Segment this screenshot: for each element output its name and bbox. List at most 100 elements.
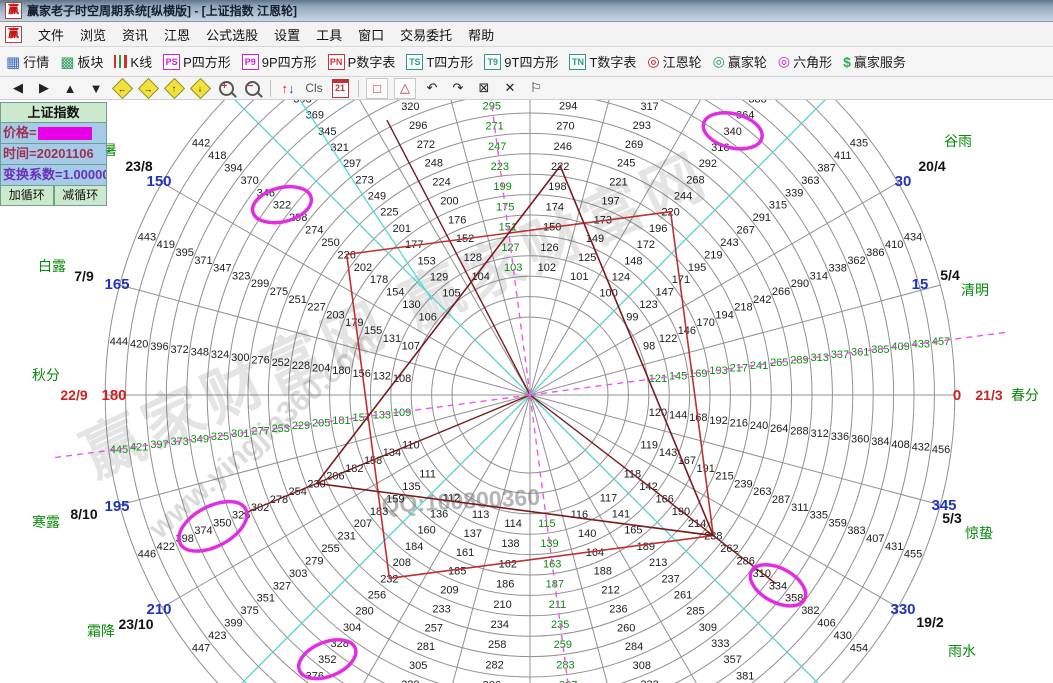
wheel-number: 242	[753, 294, 771, 306]
wheel-number: 329	[401, 679, 419, 683]
wheel-number: 386	[866, 247, 884, 259]
wheel-number: 153	[417, 255, 435, 267]
step-left-button[interactable]: ←	[112, 79, 132, 98]
wheel-number: 174	[546, 201, 564, 213]
wheel-number: 410	[885, 239, 903, 251]
wheel-number: 323	[232, 270, 250, 282]
toolbar-button-赢家轮[interactable]: ◎赢家轮	[713, 52, 767, 71]
wheel-number: 195	[688, 262, 706, 274]
menu-item-文件[interactable]: 文件	[30, 23, 72, 46]
wheel-number: 131	[383, 333, 401, 345]
toolbar-button-T四方形[interactable]: TST四方形	[406, 52, 473, 71]
wheel-number: 233	[432, 603, 450, 615]
title-bar[interactable]: 赢 赢家老子时空周期系统[纵横版] - [上证指数 江恩轮]	[0, 0, 1053, 22]
wheel-number: 184	[405, 541, 423, 553]
draw-triangle-button[interactable]: △	[394, 78, 416, 99]
gann-wheel-canvas[interactable]: 赢家财富网 赢家财富网www.yingjia360.comQQ:10080036…	[0, 100, 1053, 683]
wheel-number: 419	[157, 239, 175, 251]
wheel-number: 208	[393, 557, 411, 569]
wheel-number: 154	[386, 287, 404, 299]
toolbar-button-T数字表[interactable]: TNT数字表	[569, 52, 636, 71]
nav-up-button[interactable]: ▲	[60, 79, 80, 98]
wheel-number: 431	[885, 541, 903, 553]
wheel-number: 255	[321, 543, 339, 555]
toolbar-button-P四方形[interactable]: PSP四方形	[163, 52, 231, 71]
toolbar-button-K线[interactable]: K线	[114, 52, 152, 71]
axis-degree-label: 180	[101, 387, 126, 404]
toolbar-button-行情[interactable]: ▦行情	[6, 52, 49, 71]
wheel-number: 300	[231, 352, 249, 364]
wheel-number: 257	[425, 622, 443, 634]
step-down-button[interactable]: ↓	[190, 79, 210, 98]
wheel-number: 321	[331, 142, 349, 154]
cls-button[interactable]: Cls	[304, 79, 324, 98]
wheel-number: 352	[318, 654, 336, 666]
zoom-out-button[interactable]: −	[242, 79, 262, 98]
wheel-number: 336	[831, 431, 849, 443]
wheel-number: 432	[912, 441, 930, 453]
toolbar-button-江恩轮[interactable]: ◎江恩轮	[647, 52, 701, 71]
wheel-number: 335	[810, 510, 828, 522]
menu-item-帮助[interactable]: 帮助	[460, 23, 502, 46]
axis-date-label: 21/3	[975, 387, 1002, 403]
up-down-button[interactable]: ↑↓	[278, 79, 298, 98]
wheel-number: 234	[491, 619, 509, 631]
step-up-button[interactable]: ↑	[164, 79, 184, 98]
menu-item-窗口[interactable]: 窗口	[350, 23, 392, 46]
toolbar-label: 赢家轮	[728, 52, 767, 71]
wheel-number: 263	[753, 486, 771, 498]
nav-down-button[interactable]: ▼	[86, 79, 106, 98]
wheel-number: 145	[669, 370, 687, 382]
price-value-highlight	[38, 127, 92, 140]
wheel-number: 245	[617, 158, 635, 170]
toolbar-button-板块[interactable]: ▩板块	[60, 52, 103, 71]
wheel-number: 363	[801, 175, 819, 187]
flag-button[interactable]: ⚐	[526, 79, 546, 98]
toolbar-button-六角形[interactable]: ◎六角形	[778, 52, 832, 71]
menu-item-交易委托[interactable]: 交易委托	[392, 23, 460, 46]
step-right-button[interactable]: →	[138, 79, 158, 98]
dollar-icon: $	[843, 54, 851, 70]
nav-right-button[interactable]: ▶	[34, 79, 54, 98]
wheel-number: 128	[464, 252, 482, 264]
axis-degree-label: 165	[104, 276, 129, 293]
blocks-icon: ▩	[60, 53, 74, 71]
menu-item-工具[interactable]: 工具	[308, 23, 350, 46]
wheel-number: 144	[669, 410, 687, 422]
toolbar-button-P数字表[interactable]: PNP数字表	[328, 52, 396, 71]
toolbar-label: 9T四方形	[504, 52, 558, 71]
wheel-number: 338	[828, 263, 846, 275]
wheel-number: 215	[715, 471, 733, 483]
rotate-cw-button[interactable]: ↷	[448, 79, 468, 98]
wheel-number: 170	[697, 317, 715, 329]
menu-item-江恩[interactable]: 江恩	[156, 23, 198, 46]
zoom-in-button[interactable]: +	[216, 79, 236, 98]
axis-degree-label: 0	[953, 387, 961, 404]
solar-term-label: 霜降	[87, 623, 115, 639]
toolbar-button-赢家服务[interactable]: $赢家服务	[843, 52, 906, 71]
menu-item-资讯[interactable]: 资讯	[114, 23, 156, 46]
toolbar-button-9T四方形[interactable]: T99T四方形	[484, 52, 558, 71]
wheel-number: 137	[464, 528, 482, 540]
wheel-number: 371	[194, 255, 212, 267]
sub-cycle-button[interactable]: 减循环	[54, 186, 108, 206]
wheel-number: 209	[440, 585, 458, 597]
axis-date-label: 5/3	[942, 510, 962, 526]
wheel-number: 281	[417, 641, 435, 653]
wheel-number: 240	[750, 420, 768, 432]
wheel-number: 225	[380, 207, 398, 219]
boxed-x-button[interactable]: ⊠	[474, 79, 494, 98]
wheel-number: 383	[847, 525, 865, 537]
nav-left-button[interactable]: ◀	[8, 79, 28, 98]
menu-item-设置[interactable]: 设置	[266, 23, 308, 46]
menu-item-公式选股[interactable]: 公式选股	[198, 23, 266, 46]
calendar-button[interactable]: 21	[330, 79, 350, 98]
menu-item-浏览[interactable]: 浏览	[72, 23, 114, 46]
add-cycle-button[interactable]: 加循环	[0, 186, 54, 206]
toolbar-button-9P四方形[interactable]: P99P四方形	[242, 52, 317, 71]
rotate-ccw-button[interactable]: ↶	[422, 79, 442, 98]
wheel-number: 359	[828, 517, 846, 529]
draw-square-button[interactable]: □	[366, 78, 388, 99]
wheel-number: 200	[440, 195, 458, 207]
clear-x-button[interactable]: ✕	[500, 79, 520, 98]
